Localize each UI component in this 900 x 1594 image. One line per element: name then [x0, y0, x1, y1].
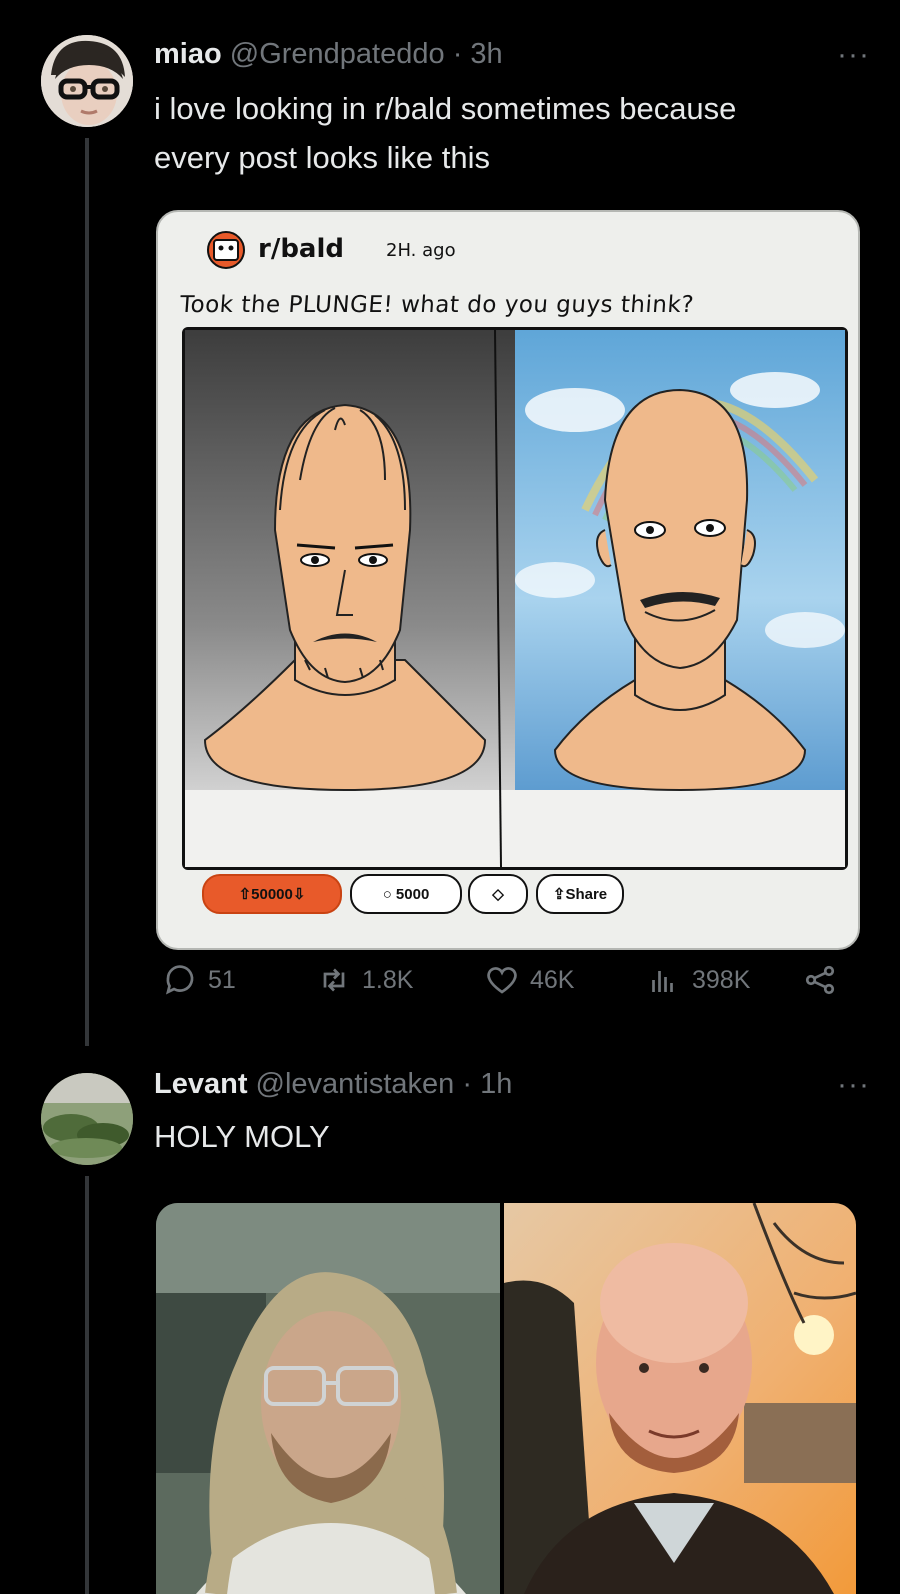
more-options-icon[interactable]: ··· [837, 38, 870, 72]
user-handle[interactable]: @Grendpateddo [230, 38, 445, 70]
comments-button[interactable]: ○ 5000 [350, 874, 462, 914]
separator: · [452, 38, 463, 70]
post-age: 2H. ago [386, 240, 456, 261]
display-name[interactable]: miao [154, 38, 222, 70]
tweet-text: i love looking in r/bald sometimes becau… [154, 84, 854, 182]
photo-grid [156, 1203, 856, 1594]
thread-line [85, 1176, 89, 1594]
share-tweet-button[interactable] [802, 962, 838, 998]
tweet-text-line: every post looks like this [154, 140, 490, 175]
comment-icon: ○ [382, 885, 396, 903]
more-options-icon[interactable]: ··· [837, 1068, 870, 1102]
user-handle[interactable]: @levantistaken [256, 1068, 455, 1100]
tweet-header: Levant @levantistaken · 1h [154, 1068, 512, 1101]
display-name[interactable]: Levant [154, 1068, 247, 1100]
subreddit-name: r/bald [258, 234, 344, 264]
repost-button[interactable]: 1.8K [316, 962, 413, 998]
tweet-text: HOLY MOLY [154, 1119, 330, 1154]
heart-icon [487, 967, 517, 994]
share-icon [805, 965, 835, 995]
thread-line [85, 138, 89, 1046]
upvote-icon: ⇧ [238, 886, 252, 903]
downvote-icon: ⇩ [292, 886, 306, 903]
post-image[interactable]: r/bald 2H. ago Took the PLUNGE! what do … [156, 210, 860, 950]
vote-count: 50000 [251, 885, 293, 903]
reply-button[interactable]: 51 [162, 962, 236, 998]
comparison-panels [182, 327, 848, 870]
photo-after[interactable] [504, 1203, 856, 1594]
reply-icon [165, 965, 194, 995]
vote-button[interactable]: ⇧ 50000 ⇩ [202, 874, 342, 914]
award-icon: ◇ [492, 886, 504, 903]
post-actions: ⇧ 50000 ⇩ ○ 5000 ◇ ⇪ Share [202, 864, 842, 924]
like-count: 46K [530, 965, 575, 994]
share-icon: ⇪ [552, 886, 566, 903]
subreddit-icon [207, 231, 245, 269]
user-avatar-levant[interactable] [41, 1073, 133, 1165]
before-drawing [185, 329, 515, 868]
view-count: 398K [692, 965, 751, 994]
tweet-text-line: i love looking in r/bald sometimes becau… [154, 91, 737, 126]
post-title: Took the PLUNGE! what do you guys think? [179, 292, 695, 318]
award-button[interactable]: ◇ [468, 874, 528, 914]
tweet-header: miao @Grendpateddo · 3h [154, 38, 503, 71]
timestamp[interactable]: 3h [470, 38, 502, 70]
separator: · [462, 1068, 472, 1100]
repost-count: 1.8K [362, 965, 414, 994]
after-drawing [515, 330, 845, 867]
share-label: Share [565, 885, 608, 903]
repost-icon [323, 968, 345, 992]
comment-count: 5000 [395, 885, 430, 903]
share-button[interactable]: ⇪ Share [536, 874, 624, 914]
like-button[interactable]: 46K [484, 962, 574, 998]
user-avatar-miao[interactable] [41, 35, 133, 127]
photo-before[interactable] [156, 1203, 500, 1594]
reply-count: 51 [208, 965, 236, 994]
timestamp[interactable]: 1h [480, 1068, 512, 1100]
views-button[interactable]: 398K [646, 962, 750, 998]
views-icon [652, 971, 673, 992]
tweet-actions: 51 1.8K 46K 398K [154, 956, 854, 1006]
